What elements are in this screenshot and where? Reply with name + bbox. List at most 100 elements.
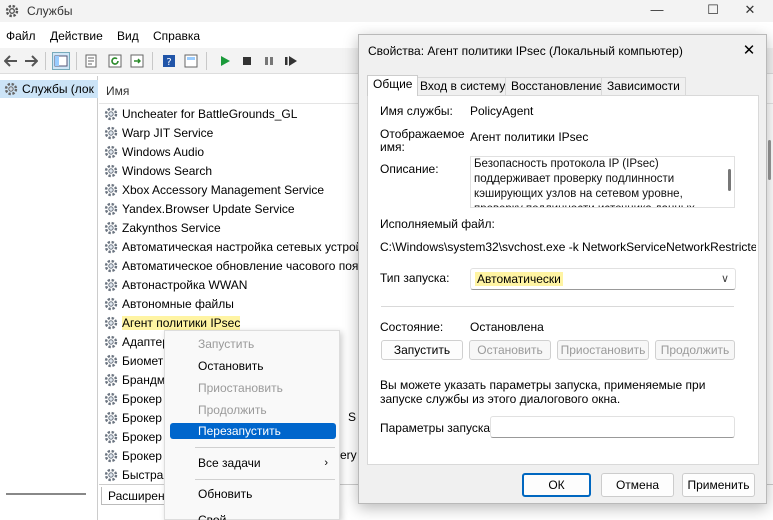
service-name: Автоматическое обновление часового поя [122, 258, 359, 273]
minimize-button[interactable]: — [634, 0, 680, 22]
properties-icon[interactable] [82, 52, 100, 70]
general-panel: Имя службы: PolicyAgent Отображаемое имя… [367, 95, 759, 465]
gear-icon [104, 126, 118, 139]
stop-icon[interactable] [238, 52, 256, 70]
description-text: Безопасность протокола IP (IPsec) поддер… [474, 158, 698, 207]
service-name-label: Имя службы: [380, 104, 453, 118]
service-name: Автоматическая настройка сетевых устрой [122, 239, 363, 254]
start-params-input[interactable] [490, 416, 735, 438]
console-tree: Службы (лок [0, 76, 98, 520]
tree-item-services[interactable]: Службы (лок [0, 80, 98, 98]
close-window-button[interactable]: ✕ [727, 0, 773, 22]
column-name-label: Имя [106, 84, 130, 98]
start-params-hint: Вы можете указать параметры запуска, при… [380, 378, 706, 406]
gear-icon [104, 240, 118, 253]
exe-path: C:\Windows\system32\svchost.exe -k Netwo… [380, 240, 756, 254]
gear-icon [104, 335, 118, 348]
service-name: Windows Search [122, 163, 213, 178]
tree-item-label: Службы (лок [22, 82, 94, 96]
menu-help[interactable]: Справка [153, 29, 200, 43]
description-label: Описание: [380, 162, 439, 176]
gear-icon [104, 259, 118, 272]
description-box[interactable]: Безопасность протокола IP (IPsec) поддер… [470, 156, 735, 208]
list-scrollbar[interactable] [768, 140, 771, 180]
tab-general[interactable]: Общие [367, 75, 419, 96]
gear-icon [104, 278, 118, 291]
pause-icon[interactable] [260, 52, 278, 70]
menu-action[interactable]: Действие [50, 29, 103, 43]
chevron-right-icon: › [324, 457, 328, 469]
service-name: Uncheater for BattleGrounds_GL [122, 106, 298, 121]
exe-label: Исполняемый файл: [380, 217, 495, 231]
gear-icon [104, 316, 118, 329]
stop-button[interactable]: Остановить [469, 340, 551, 360]
menu-stop[interactable]: Остановить [170, 358, 336, 374]
gear-icon [104, 468, 118, 481]
gear-icon [104, 392, 118, 405]
play-icon[interactable] [216, 52, 234, 70]
menu-all-tasks[interactable]: Все задачи › [170, 455, 336, 471]
tab-dependencies[interactable]: Зависимости [601, 77, 686, 95]
service-name-value: PolicyAgent [470, 104, 534, 118]
gear-icon [104, 183, 118, 196]
startup-type-select[interactable]: Автоматически ∨ [470, 268, 736, 290]
tab-recovery[interactable]: Восстановление [505, 77, 609, 95]
restart-icon[interactable] [282, 52, 300, 70]
console-tree-icon[interactable] [52, 52, 70, 70]
tab-extended[interactable]: Расширен [101, 487, 172, 505]
title-bar: Службы — ☐ ✕ [0, 0, 773, 22]
pause-button[interactable]: Приостановить [557, 340, 649, 360]
gear-icon [104, 354, 118, 367]
gear-icon [104, 221, 118, 234]
menu-start[interactable]: Запустить [170, 336, 336, 352]
gear-icon [104, 373, 118, 386]
service-name: Автономные файлы [122, 296, 234, 311]
gear-icon [104, 411, 118, 424]
gear-icon [104, 107, 118, 120]
gear-icon [104, 145, 118, 158]
gear-icon [4, 82, 18, 96]
service-name: Биомет [122, 353, 164, 368]
tree-scrollbar[interactable] [6, 493, 86, 495]
gear-icon [104, 164, 118, 177]
export-icon[interactable] [128, 52, 146, 70]
ok-button[interactable]: ОК [522, 473, 591, 497]
menu-refresh[interactable]: Обновить [170, 486, 336, 502]
row-tail-fragment: ery [340, 448, 357, 462]
menu-restart[interactable]: Перезапустить [170, 423, 336, 439]
service-name: Брандм [122, 372, 166, 387]
service-name: Брокер [122, 391, 162, 406]
service-name: Брокер [122, 429, 162, 444]
service-name: Адаптер [122, 334, 169, 349]
close-icon[interactable]: ✕ [738, 40, 760, 62]
resume-button[interactable]: Продолжить [655, 340, 735, 360]
gear-icon [104, 297, 118, 310]
start-params-label: Параметры запуска: [380, 421, 494, 435]
service-name: Windows Audio [122, 144, 205, 159]
apply-button[interactable]: Применить [682, 473, 755, 497]
forward-icon[interactable] [22, 52, 40, 70]
refresh-icon[interactable] [106, 52, 124, 70]
menu-pause[interactable]: Приостановить [170, 380, 336, 396]
row-tail-fragment: S [348, 410, 357, 424]
menu-properties[interactable]: Свой [170, 512, 336, 520]
svg-text:?: ? [166, 57, 171, 68]
chevron-down-icon: ∨ [720, 273, 729, 285]
service-name: Автонастройка WWAN [122, 277, 248, 292]
tab-logon[interactable]: Вход в систему [414, 77, 512, 95]
startup-type-value: Автоматически [475, 272, 563, 286]
cancel-button[interactable]: Отмена [601, 473, 674, 497]
start-button[interactable]: Запустить [381, 340, 463, 360]
gear-icon [104, 202, 118, 215]
window-title: Службы [27, 4, 73, 18]
menu-view[interactable]: Вид [117, 29, 139, 43]
menu-file[interactable]: Файл [6, 29, 36, 43]
dialog-title: Свойства: Агент политики IPsec (Локальны… [368, 44, 683, 58]
menu-all-tasks-label: Все задачи [198, 456, 261, 470]
console-icon[interactable] [182, 52, 200, 70]
back-icon[interactable] [2, 52, 20, 70]
help-icon[interactable]: ? [160, 52, 178, 70]
menu-resume[interactable]: Продолжить [170, 402, 336, 418]
description-scrollbar[interactable] [728, 169, 731, 191]
service-name: Warp JIT Service [122, 125, 214, 140]
